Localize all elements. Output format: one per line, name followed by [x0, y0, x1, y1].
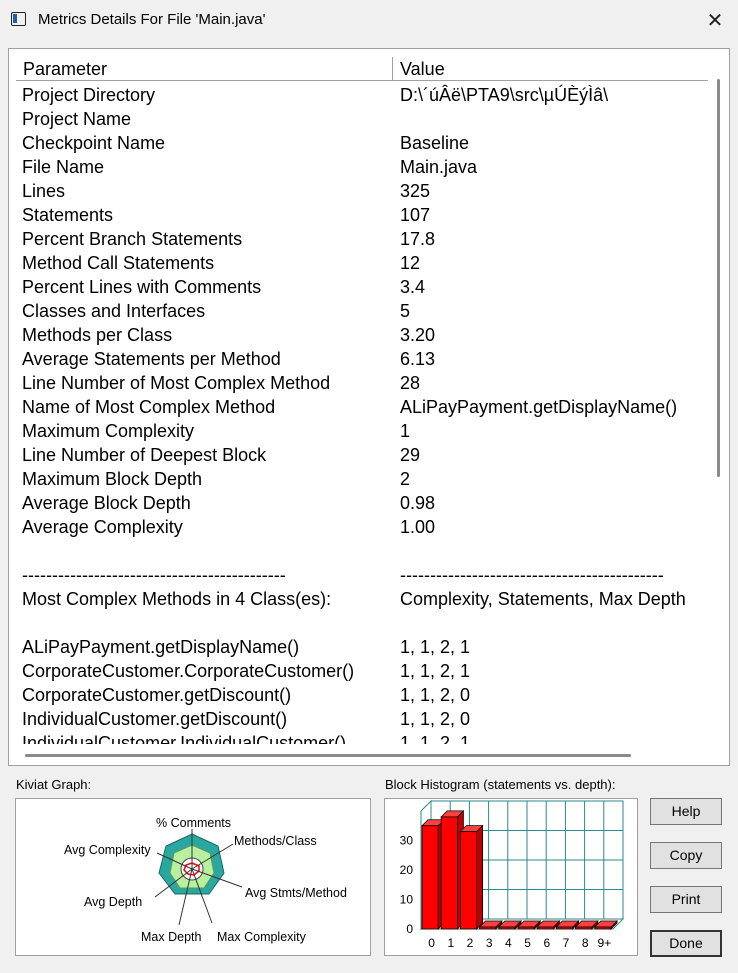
- value-cell: 1: [400, 421, 411, 441]
- kiviat-graph: % Comments Methods/Class Avg Stmts/Metho…: [15, 798, 371, 956]
- histogram-y-tick-label: 0: [406, 922, 413, 936]
- value-cell: Baseline: [400, 133, 470, 153]
- histogram-x-tick-label: 9+: [598, 936, 612, 950]
- value-cell: Complexity, Statements, Max Depth: [400, 589, 686, 609]
- parameter-cell: Project Directory: [22, 85, 156, 105]
- horizontal-scroll-thumb[interactable]: [25, 754, 631, 757]
- parameter-cell: ALiPayPayment.getDisplayName(): [22, 637, 300, 657]
- parameter-cell: Average Statements per Method: [22, 349, 281, 369]
- parameter-cell: Checkpoint Name: [22, 133, 166, 153]
- histogram-x-tick-label: 0: [428, 936, 435, 950]
- value-cell: D:\´úÂë\PTA9\src\µÚÈýÌâ\: [400, 85, 609, 105]
- histogram-x-tick-label: 7: [563, 936, 570, 950]
- value-cell: 17.8: [400, 229, 436, 249]
- kiviat-axis-label: Avg Depth: [84, 895, 142, 909]
- horizontal-scrollbar[interactable]: [16, 746, 708, 765]
- parameter-cell: Name of Most Complex Method: [22, 397, 276, 417]
- parameter-cell: IndividualCustomer.getDiscount(): [22, 709, 288, 729]
- value-cell: 1, 1, 2, 1: [400, 637, 471, 657]
- histogram-x-tick-label: 4: [505, 936, 512, 950]
- parameter-cell: Methods per Class: [22, 325, 173, 345]
- histogram-label: Block Histogram (statements vs. depth):: [385, 777, 616, 792]
- metrics-list-frame: Parameter Value Project Directory D:\´úÂë…: [8, 48, 730, 766]
- vertical-scrollbar[interactable]: [709, 57, 728, 744]
- kiviat-axis-label: Max Complexity: [217, 930, 307, 944]
- close-button[interactable]: ✕: [692, 0, 738, 40]
- parameter-cell: Lines: [22, 181, 66, 201]
- parameter-cell: Maximum Complexity: [22, 421, 195, 441]
- histogram-x-tick-label: 6: [543, 936, 550, 950]
- value-cell: 3.20: [400, 325, 436, 345]
- histogram-chart: 01020300 1 2 3 4 5 6 7 8 9+: [400, 799, 625, 950]
- histogram-x-tick-label: 8: [582, 936, 589, 950]
- copy-button[interactable]: Copy: [650, 842, 722, 869]
- value-cell: ----------------------------------------…: [400, 565, 664, 585]
- value-cell: 107: [400, 205, 431, 225]
- histogram-x-tick-label: 3: [486, 936, 493, 950]
- histogram-x-tick-label: 2: [467, 936, 474, 950]
- histogram-x-tick-label: 5: [524, 936, 531, 950]
- histogram-y-tick-label: 30: [400, 834, 414, 848]
- parameter-cell: Method Call Statements: [22, 253, 215, 273]
- value-cell: 1, 1, 2, 0: [400, 709, 471, 729]
- parameter-cell: Percent Lines with Comments: [22, 277, 262, 297]
- kiviat-axis-label: Avg Stmts/Method: [245, 886, 347, 900]
- parameter-cell: IndividualCustomer.IndividualCustomer(): [22, 733, 347, 744]
- window-title: Metrics Details For File 'Main.java': [38, 11, 266, 28]
- kiviat-axis-label: Max Depth: [141, 930, 201, 944]
- value-cell: 29: [400, 445, 421, 465]
- parameter-cell: Maximum Block Depth: [22, 469, 203, 489]
- parameter-cell: Line Number of Deepest Block: [22, 445, 267, 465]
- help-button[interactable]: Help: [650, 798, 722, 825]
- parameter-cell: Line Number of Most Complex Method: [22, 373, 331, 393]
- histogram-y-tick-label: 10: [400, 893, 414, 907]
- done-button[interactable]: Done: [650, 930, 722, 957]
- value-cell: 3.4: [400, 277, 426, 297]
- kiviat-label: Kiviat Graph:: [16, 777, 92, 792]
- value-cell: 6.13: [400, 349, 436, 369]
- parameter-cell: ----------------------------------------…: [22, 565, 286, 585]
- value-cell: 1, 1, 2, 0: [400, 685, 471, 705]
- kiviat-axis-label: Avg Complexity: [64, 843, 151, 857]
- histogram-x-tick-label: 1: [447, 936, 454, 950]
- value-cell: 12: [400, 253, 421, 273]
- parameter-cell: CorporateCustomer.CorporateCustomer(): [22, 661, 355, 681]
- print-button[interactable]: Print: [650, 886, 722, 913]
- parameter-cell: CorporateCustomer.getDiscount(): [22, 685, 292, 705]
- column-header-parameter[interactable]: Parameter: [16, 57, 393, 81]
- parameter-cell: Average Block Depth: [22, 493, 191, 513]
- value-cell: 5: [400, 301, 411, 321]
- value-cell: 0.98: [400, 493, 436, 513]
- app-icon: [11, 12, 26, 26]
- histogram-y-tick-label: 20: [400, 863, 414, 877]
- value-cell: 1, 1, 2, 1: [400, 733, 471, 744]
- parameter-cell: Project Name: [22, 109, 132, 129]
- kiviat-axis-label: % Comments: [156, 816, 231, 830]
- parameter-cell: Classes and Interfaces: [22, 301, 206, 321]
- value-cell: ALiPayPayment.getDisplayName(): [400, 397, 678, 417]
- parameter-cell: Average Complexity: [22, 517, 183, 537]
- vertical-scroll-thumb[interactable]: [717, 79, 720, 477]
- parameter-cell: Statements: [22, 205, 114, 225]
- title-bar: Metrics Details For File 'Main.java' ✕: [0, 0, 738, 40]
- value-cell: 1.00: [400, 517, 436, 537]
- kiviat-axis-label: Methods/Class: [234, 834, 317, 848]
- value-cell: Main.java: [400, 157, 478, 177]
- value-cell: 325: [400, 181, 431, 201]
- parameter-cell: File Name: [22, 157, 105, 177]
- histogram-bar: [459, 824, 484, 930]
- parameter-cell: Most Complex Methods in 4 Class(es):: [22, 589, 332, 609]
- value-cell: 28: [400, 373, 421, 393]
- column-header-value[interactable]: Value: [393, 57, 708, 81]
- value-cell: 2: [400, 469, 411, 489]
- parameter-cell: Percent Branch Statements: [22, 229, 243, 249]
- value-cell: 1, 1, 2, 1: [400, 661, 471, 681]
- metrics-table[interactable]: Parameter Value Project Directory D:\´úÂë…: [16, 57, 708, 744]
- block-histogram: 0 10 20 30 0 1 2 3 4 5 6 7 8 9+: [384, 798, 638, 956]
